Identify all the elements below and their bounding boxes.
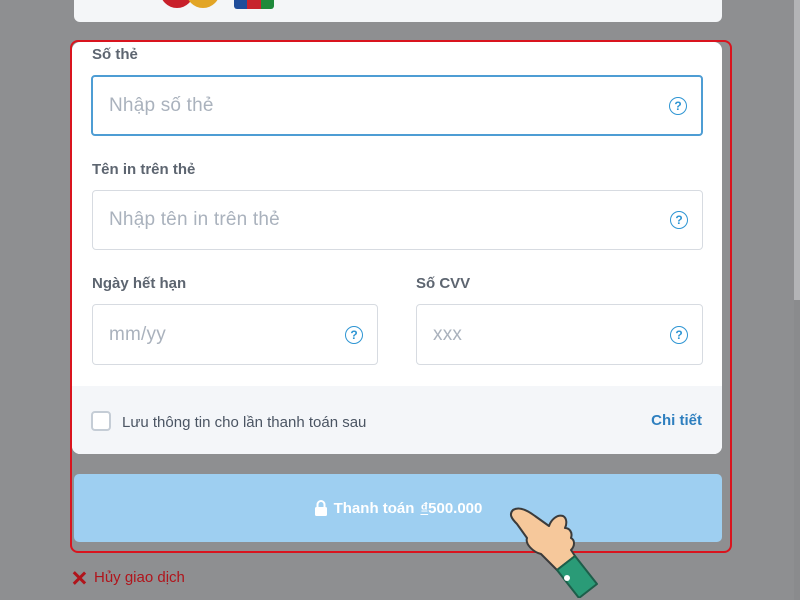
pay-amount-value: 500.000 xyxy=(428,499,483,517)
card-number-label: Số thẻ xyxy=(92,46,138,63)
pay-button-label: Thanh toán xyxy=(333,499,415,517)
card-number-placeholder: Nhập số thẻ xyxy=(109,94,214,116)
pay-button[interactable]: Thanh toán ₫500.000 xyxy=(74,474,722,542)
cardholder-name-label: Tên in trên thẻ xyxy=(92,161,196,178)
card-brands-panel xyxy=(74,0,722,22)
save-info-checkbox[interactable] xyxy=(91,411,111,431)
cvv-placeholder: xxx xyxy=(433,323,463,345)
expiry-input[interactable]: mm/yy ? xyxy=(92,304,378,365)
currency-symbol: ₫ xyxy=(420,499,429,517)
expiry-placeholder: mm/yy xyxy=(109,323,166,345)
help-icon[interactable]: ? xyxy=(345,325,363,344)
cardholder-name-input[interactable]: Nhập tên in trên thẻ ? xyxy=(92,190,703,250)
cancel-transaction-link[interactable]: Hủy giao dịch xyxy=(72,569,185,586)
save-info-label[interactable]: Lưu thông tin cho lần thanh toán sau xyxy=(122,414,366,431)
jcb-logo xyxy=(234,0,274,9)
scrollbar-thumb[interactable] xyxy=(794,0,800,300)
cvv-input[interactable]: xxx ? xyxy=(416,304,703,365)
card-number-input[interactable]: Nhập số thẻ ? xyxy=(91,75,703,136)
help-icon[interactable]: ? xyxy=(670,211,688,229)
details-link[interactable]: Chi tiết xyxy=(651,412,702,429)
help-icon[interactable]: ? xyxy=(669,96,687,115)
save-info-row: Lưu thông tin cho lần thanh toán sau Chi… xyxy=(72,386,722,454)
expiry-label: Ngày hết hạn xyxy=(92,275,187,292)
hand-pointer-icon xyxy=(509,507,598,598)
mastercard-logo-yellow xyxy=(186,0,220,8)
pay-amount: ₫500.000 xyxy=(420,500,482,517)
card-form-panel: Số thẻ Nhập số thẻ ? Tên in trên thẻ Nhậ… xyxy=(72,42,722,454)
lock-icon xyxy=(314,500,327,516)
cardholder-name-placeholder: Nhập tên in trên thẻ xyxy=(109,209,280,230)
cancel-transaction-label: Hủy giao dịch xyxy=(94,569,185,586)
close-icon xyxy=(72,571,86,585)
help-icon[interactable]: ? xyxy=(670,325,688,344)
cvv-label: Số CVV xyxy=(416,275,471,292)
